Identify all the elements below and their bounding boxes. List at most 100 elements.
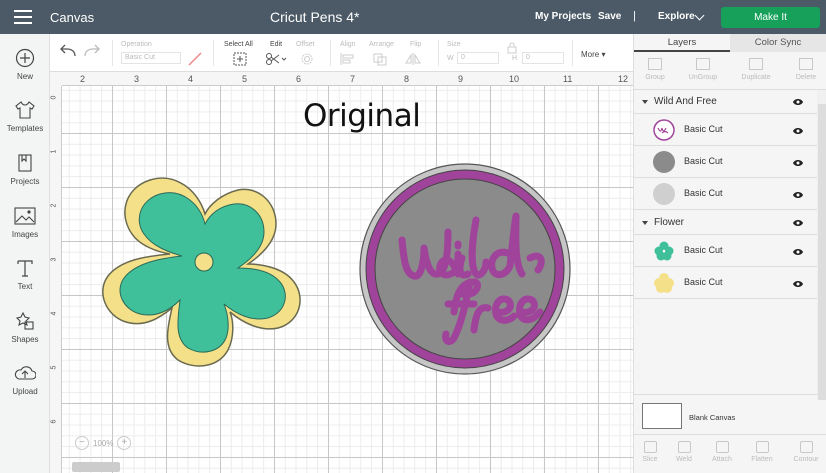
blank-canvas-row[interactable]: Blank Canvas	[634, 394, 826, 434]
action-label: Slice	[642, 456, 658, 463]
zoom-level: 100%	[93, 438, 114, 448]
chevron-down-icon[interactable]	[694, 10, 705, 21]
flower-design[interactable]	[100, 172, 310, 372]
wild-and-free-thumbnail	[653, 119, 675, 141]
duplicate-icon	[749, 58, 763, 70]
ruler-number: 6	[50, 419, 58, 424]
shapes-icon	[15, 311, 34, 330]
action-label: Group	[645, 74, 665, 81]
tool-projects[interactable]: Projects	[0, 153, 50, 186]
lock-icon[interactable]	[507, 42, 517, 54]
layer-actions: Group UnGroup Duplicate Delete	[634, 52, 826, 90]
explore-link[interactable]: Explore	[658, 11, 695, 22]
make-it-button[interactable]: Make It	[721, 7, 820, 28]
collapse-triangle-icon[interactable]	[642, 221, 648, 225]
ruler-number: 0	[50, 95, 58, 100]
arrange-label: Arrange	[369, 41, 394, 48]
eye-icon[interactable]	[792, 190, 804, 200]
tab-color-sync[interactable]: Color Sync	[730, 34, 826, 52]
my-projects-link[interactable]: My Projects	[535, 11, 591, 22]
contour-button[interactable]: Contour	[788, 441, 824, 463]
collapse-triangle-icon[interactable]	[642, 100, 648, 104]
horizontal-scrollbar[interactable]	[72, 462, 120, 472]
edit-toolbar: Operation Basic Cut Select All Edit Offs…	[50, 34, 633, 72]
ruler-number: 4	[50, 311, 58, 316]
tab-layers[interactable]: Layers	[634, 34, 730, 52]
ruler-number: 12	[618, 74, 629, 84]
gray-circle-layer[interactable]	[374, 178, 556, 360]
delete-button[interactable]: Delete	[792, 58, 820, 81]
flatten-button[interactable]: Flatten	[744, 441, 780, 463]
action-label: Weld	[676, 456, 692, 463]
duplicate-button[interactable]: Duplicate	[738, 58, 774, 81]
eye-icon[interactable]	[792, 279, 804, 289]
align-label: Align	[340, 41, 356, 48]
action-label: Attach	[712, 456, 732, 463]
tool-new[interactable]: New	[0, 48, 50, 81]
weld-button[interactable]: Weld	[666, 441, 702, 463]
height-input[interactable]: 0	[522, 52, 564, 64]
ruler-number: 3	[134, 74, 140, 84]
flip-icon[interactable]	[405, 52, 425, 66]
ruler-number: 7	[350, 74, 356, 84]
layer-row[interactable]: Basic Cut	[634, 235, 817, 267]
group-name: Wild And Free	[654, 96, 717, 107]
layer-row[interactable]: Basic Cut	[634, 114, 817, 146]
linetype-swatch-icon[interactable]	[187, 51, 203, 67]
redo-icon[interactable]	[83, 44, 101, 58]
layer-row[interactable]: Basic Cut	[634, 267, 817, 299]
ruler-number: 2	[50, 203, 58, 208]
operation-select[interactable]: Basic Cut	[121, 52, 181, 64]
eye-icon[interactable]	[792, 218, 804, 228]
undo-icon[interactable]	[59, 44, 77, 58]
ruler-number: 9	[458, 74, 464, 84]
zoom-out-button[interactable]: −	[75, 436, 89, 450]
paperclip-icon	[715, 441, 729, 453]
save-link[interactable]: Save	[598, 11, 621, 22]
project-title: Cricut Pens 4*	[270, 9, 360, 25]
slice-button[interactable]: Slice	[632, 441, 668, 463]
toolbar-divider	[213, 40, 214, 66]
ruler-number: 11	[563, 74, 573, 84]
eye-icon[interactable]	[792, 247, 804, 257]
tool-upload[interactable]: Upload	[0, 363, 50, 396]
layer-group-wild-and-free[interactable]: Wild And Free	[634, 90, 817, 114]
width-input[interactable]: 0	[457, 52, 499, 64]
arrange-icon[interactable]	[372, 52, 392, 66]
layer-row[interactable]: Basic Cut	[634, 178, 817, 210]
wild-and-free-design[interactable]	[358, 162, 572, 376]
action-label: Delete	[795, 74, 817, 81]
menu-icon[interactable]	[14, 10, 32, 24]
ruler-corner	[50, 72, 62, 86]
ungroup-button[interactable]: UnGroup	[686, 58, 720, 81]
left-toolbar: New Templates Projects Images Text Shape…	[0, 34, 50, 473]
tool-shapes[interactable]: Shapes	[0, 311, 50, 344]
tool-images[interactable]: Images	[0, 206, 50, 239]
align-icon[interactable]	[339, 52, 359, 66]
green-flower-thumbnail	[654, 241, 674, 261]
design-canvas[interactable]: 2 3 4 5 6 7 8 9 10 11 12 0 1 2 3 4 5 6 O…	[50, 72, 633, 473]
layer-row[interactable]: Basic Cut	[634, 146, 817, 178]
action-label: UnGroup	[688, 74, 718, 81]
layers-list: Wild And Free Basic Cut Basic Cut Basic …	[634, 90, 817, 380]
eye-icon[interactable]	[792, 126, 804, 136]
offset-icon[interactable]	[300, 52, 314, 66]
tool-text[interactable]: Text	[0, 258, 50, 291]
scissors-icon[interactable]	[265, 52, 287, 66]
blank-canvas-swatch[interactable]	[642, 403, 682, 429]
trash-icon	[799, 58, 813, 70]
eye-icon[interactable]	[792, 97, 804, 107]
tool-label: Upload	[12, 387, 38, 396]
attach-button[interactable]: Attach	[704, 441, 740, 463]
tool-templates[interactable]: Templates	[0, 100, 50, 133]
layers-scrollbar[interactable]	[818, 104, 826, 400]
more-button[interactable]: More ▾	[581, 50, 605, 59]
select-all-icon[interactable]	[233, 52, 247, 66]
zoom-in-button[interactable]: +	[117, 436, 132, 450]
ruler-number: 2	[80, 74, 86, 84]
eye-icon[interactable]	[792, 158, 804, 168]
layer-group-flower[interactable]: Flower	[634, 211, 817, 235]
group-button[interactable]: Group	[642, 58, 668, 81]
tool-label: New	[16, 72, 33, 81]
original-text-label[interactable]: Original	[303, 98, 421, 134]
